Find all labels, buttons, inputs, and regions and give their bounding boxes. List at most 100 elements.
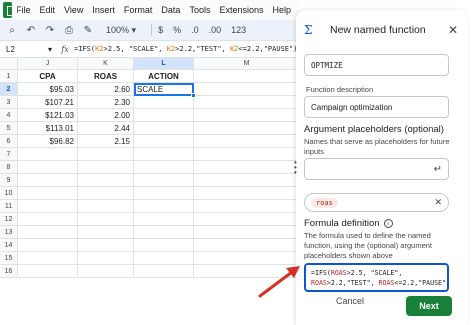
column-header-j[interactable]: J: [18, 58, 78, 70]
grid-cell[interactable]: $95.03: [18, 83, 78, 96]
row-header-2[interactable]: 2: [0, 83, 18, 96]
enter-icon[interactable]: ↵: [434, 164, 442, 175]
column-header-k[interactable]: K: [78, 58, 134, 70]
grid-cell[interactable]: [18, 174, 78, 187]
active-cell[interactable]: SCALE: [134, 83, 194, 96]
grid-cell[interactable]: [134, 213, 194, 226]
menu-help[interactable]: Help: [272, 5, 291, 15]
sheets-logo-icon[interactable]: [3, 2, 17, 18]
number-format-button[interactable]: 123: [231, 25, 246, 35]
row-header-11[interactable]: 11: [0, 200, 18, 213]
row-header-8[interactable]: 8: [0, 161, 18, 174]
paint-format-icon[interactable]: ✎: [80, 22, 96, 38]
grid-cell[interactable]: $113.01: [18, 122, 78, 135]
row-header-13[interactable]: 13: [0, 226, 18, 239]
description-field[interactable]: Campaign optimization: [304, 96, 449, 118]
grid-cell[interactable]: [194, 83, 300, 96]
grid-cell[interactable]: [134, 96, 194, 109]
row-header-5[interactable]: 5: [0, 122, 18, 135]
grid-cell[interactable]: [18, 161, 78, 174]
grid-cell[interactable]: [18, 226, 78, 239]
grid-cell[interactable]: [78, 187, 134, 200]
undo-icon[interactable]: ↶: [23, 22, 39, 38]
grid-cell[interactable]: [134, 109, 194, 122]
cancel-button[interactable]: Cancel: [336, 296, 364, 306]
grid-cell[interactable]: ACTION: [134, 70, 194, 83]
grid-cell[interactable]: [78, 213, 134, 226]
grid-cell[interactable]: [134, 239, 194, 252]
grid-cell[interactable]: [194, 174, 300, 187]
row-header-10[interactable]: 10: [0, 187, 18, 200]
placeholder-input[interactable]: ↵: [304, 158, 449, 180]
column-header-l[interactable]: L: [134, 58, 194, 70]
grid-cell[interactable]: 2.30: [78, 96, 134, 109]
grid-cell[interactable]: $121.03: [18, 109, 78, 122]
search-icon[interactable]: ⌕: [4, 22, 20, 38]
decrease-decimal-button[interactable]: .0: [191, 25, 199, 35]
row-header-6[interactable]: 6: [0, 135, 18, 148]
grid-cell[interactable]: [78, 174, 134, 187]
grid-cell[interactable]: [18, 148, 78, 161]
menu-format[interactable]: Format: [124, 5, 153, 15]
grid-cell[interactable]: [78, 265, 134, 278]
grid-cell[interactable]: [194, 239, 300, 252]
menu-view[interactable]: View: [64, 5, 83, 15]
grid-cell[interactable]: [134, 122, 194, 135]
grid-cell[interactable]: [134, 265, 194, 278]
grid-cell[interactable]: [18, 213, 78, 226]
grid-cell[interactable]: [134, 135, 194, 148]
menu-insert[interactable]: Insert: [92, 5, 115, 15]
grid-cell[interactable]: [194, 135, 300, 148]
info-icon[interactable]: i: [383, 219, 393, 228]
grid-cell[interactable]: [134, 161, 194, 174]
grid-cell[interactable]: 2.00: [78, 109, 134, 122]
grid-cell[interactable]: [194, 213, 300, 226]
formula-input[interactable]: =IFS(K2>2.5, "SCALE", K2>2.2,"TEST", K2<…: [74, 45, 297, 53]
increase-decimal-button[interactable]: .00: [209, 25, 222, 35]
grid-cell[interactable]: [194, 187, 300, 200]
next-button[interactable]: Next: [406, 296, 452, 316]
row-header-15[interactable]: 15: [0, 252, 18, 265]
grid-cell[interactable]: $107.21: [18, 96, 78, 109]
row-header-16[interactable]: 16: [0, 265, 18, 278]
grid-cell[interactable]: [194, 226, 300, 239]
row-header-7[interactable]: 7: [0, 148, 18, 161]
row-header-1[interactable]: 1: [0, 70, 18, 83]
row-header-9[interactable]: 9: [0, 174, 18, 187]
grid-cell[interactable]: ROAS: [78, 70, 134, 83]
grid-cell[interactable]: CPA: [18, 70, 78, 83]
menu-data[interactable]: Data: [161, 5, 180, 15]
grid-cell[interactable]: [134, 148, 194, 161]
select-all-corner[interactable]: [0, 58, 18, 70]
grid-cell[interactable]: [78, 239, 134, 252]
grid-cell[interactable]: [18, 200, 78, 213]
row-header-4[interactable]: 4: [0, 109, 18, 122]
grid-cell[interactable]: [18, 187, 78, 200]
grid-cell[interactable]: [134, 252, 194, 265]
grid-cell[interactable]: [18, 265, 78, 278]
zoom-select[interactable]: 100% ▾: [103, 25, 139, 36]
spreadsheet-grid[interactable]: J K L M 1 CPA ROAS ACTION 2 $95.03 2.60 SCALE 3 $107.…: [0, 58, 300, 325]
grid-cell[interactable]: [18, 252, 78, 265]
grid-cell[interactable]: [194, 109, 300, 122]
close-icon[interactable]: ✕: [448, 23, 458, 37]
grid-cell[interactable]: [194, 96, 300, 109]
currency-format-button[interactable]: $: [158, 25, 163, 35]
print-icon[interactable]: ⎙: [61, 22, 77, 38]
name-box[interactable]: L2 ▾: [0, 45, 56, 54]
menu-edit[interactable]: Edit: [40, 5, 56, 15]
grid-cell[interactable]: 2.60: [78, 83, 134, 96]
grid-cell[interactable]: [134, 187, 194, 200]
grid-cell[interactable]: [194, 148, 300, 161]
grid-cell[interactable]: [18, 239, 78, 252]
grid-cell[interactable]: [78, 161, 134, 174]
row-header-14[interactable]: 14: [0, 239, 18, 252]
row-header-3[interactable]: 3: [0, 96, 18, 109]
column-header-m[interactable]: M: [194, 58, 300, 70]
row-header-12[interactable]: 12: [0, 213, 18, 226]
drag-handle-icon[interactable]: • • •: [294, 159, 300, 177]
grid-cell[interactable]: 2.44: [78, 122, 134, 135]
grid-cell[interactable]: [134, 226, 194, 239]
grid-cell[interactable]: [134, 174, 194, 187]
grid-cell[interactable]: [194, 161, 300, 174]
